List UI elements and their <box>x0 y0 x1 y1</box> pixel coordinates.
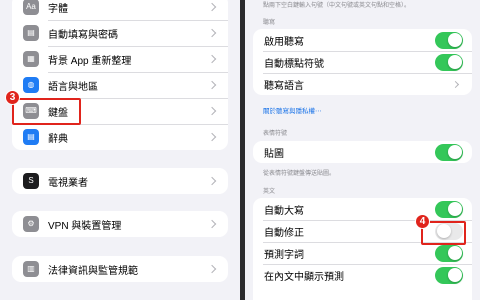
settings-row-background-refresh[interactable]: ▦ 背景 App 重新整理 <box>12 46 228 72</box>
toggle-switch[interactable] <box>435 143 463 161</box>
settings-row-vpn[interactable]: ⚙ VPN 與裝置管理 <box>12 211 228 237</box>
chevron-right-icon <box>207 106 217 116</box>
settings-row[interactable]: 聽寫語言 <box>253 73 472 95</box>
settings-row: 在內文中顯示預測 <box>253 264 472 286</box>
tv-provider-icon: S <box>23 173 39 189</box>
settings-row: 自動大寫 <box>253 198 472 220</box>
settings-group-tv: S 電視業者 <box>12 168 228 194</box>
settings-row-label: 自動填寫與密碼 <box>48 29 118 41</box>
chevron-right-icon <box>207 219 217 229</box>
settings-row-autofill-key[interactable]: ▤ 自動填寫與密碼 <box>12 20 228 46</box>
step-4-badge: 4 <box>415 214 430 229</box>
sticker-note: 從表情符號鍵盤傳送貼圖。 <box>263 171 336 177</box>
settings-row-legal[interactable]: ▥ 法律資訊與監管規範 <box>12 256 228 282</box>
settings-row-label: 電視業者 <box>48 177 88 189</box>
settings-row-label: 語言與地區 <box>48 81 98 93</box>
settings-row-label: 自動標點符號 <box>264 58 324 70</box>
settings-row: 貼圖 <box>253 141 472 163</box>
font-icon: Aa <box>23 0 39 15</box>
dictionary-icon: ▤ <box>23 129 39 145</box>
settings-row-label: 自動大寫 <box>264 205 304 217</box>
chevron-right-icon <box>207 28 217 38</box>
chevron-right-icon <box>207 2 217 12</box>
settings-row-label: 字體 <box>48 3 68 15</box>
dictation-group: 啟用聽寫自動標點符號 聽寫語言 <box>253 29 472 95</box>
toggle-knob <box>447 202 462 216</box>
settings-row-label: 貼圖 <box>264 148 284 160</box>
settings-row: 預測字詞 <box>253 242 472 264</box>
legal-icon: ▥ <box>23 261 39 277</box>
emoji-section-header: 表情符號 <box>263 131 288 137</box>
settings-row-font[interactable]: Aa 字體 <box>12 0 228 20</box>
chevron-right-icon <box>207 54 217 64</box>
autofill-key-icon: ▤ <box>23 25 39 41</box>
settings-group-legal: ▥ 法律資訊與監管規範 <box>12 256 228 282</box>
settings-group-vpn: ⚙ VPN 與裝置管理 <box>12 211 228 237</box>
dictation-section-header: 聽寫 <box>263 20 276 26</box>
settings-row-label: 啟用聽寫 <box>264 36 304 48</box>
toggle-knob <box>447 145 462 159</box>
toggle-knob <box>447 268 462 282</box>
emoji-group: 貼圖 <box>253 141 472 163</box>
settings-row-label: VPN 與裝置管理 <box>48 220 122 232</box>
chevron-right-icon <box>207 264 217 274</box>
settings-row-label: 聽寫語言 <box>264 80 304 92</box>
english-section-header: 英文 <box>263 189 276 195</box>
keyboard-highlight-box <box>12 98 81 125</box>
settings-row-label: 背景 App 重新整理 <box>48 55 132 67</box>
settings-row-label: 法律資訊與監管規範 <box>48 265 138 277</box>
settings-row: 啟用聽寫 <box>253 29 472 51</box>
globe-icon: ◍ <box>23 77 39 93</box>
settings-row-label: 辭典 <box>48 133 68 145</box>
settings-row-label: 預測字詞 <box>264 249 304 261</box>
settings-row-label: 自動修正 <box>264 227 304 239</box>
toggle-switch[interactable] <box>435 266 463 284</box>
chevron-right-icon <box>451 80 460 88</box>
vpn-icon: ⚙ <box>23 216 39 232</box>
settings-row-globe[interactable]: ◍ 語言與地區 <box>12 72 228 98</box>
toggle-switch[interactable] <box>435 200 463 218</box>
keyboard-settings-pane: 點兩下空白鍵輸入句號（中文句號或英文句點和空格）。 聽寫 啟用聽寫自動標點符號聽… <box>245 0 480 300</box>
settings-row-tv-provider[interactable]: S 電視業者 <box>12 168 228 194</box>
settings-row: 自動標點符號 <box>253 51 472 73</box>
toggle-knob <box>447 33 462 47</box>
step-3-badge: 3 <box>5 90 20 105</box>
chevron-right-icon <box>207 132 217 142</box>
settings-row-label: 在內文中顯示預測 <box>264 271 344 283</box>
double-space-note: 點兩下空白鍵輸入句號（中文句號或英文句點和空格）。 <box>263 3 411 9</box>
settings-row-dictionary[interactable]: ▤ 辭典 <box>12 124 228 150</box>
dictation-privacy-link[interactable]: 關於聽寫與隱私權⋯ <box>263 105 322 115</box>
settings-group-general: Aa 字體 ▤ 自動填寫與密碼 ▦ 背景 App 重新整理 ◍ 語言與地區 ⌨ 鍵盤 ▤ 辭典 <box>12 0 228 150</box>
toggle-switch[interactable] <box>435 244 463 262</box>
english-group: 自動大寫自動修正預測字詞在內文中顯示預測 <box>253 198 472 300</box>
chevron-right-icon <box>207 176 217 186</box>
settings-sidebar: Aa 字體 ▤ 自動填寫與密碼 ▦ 背景 App 重新整理 ◍ 語言與地區 ⌨ 鍵盤 ▤ 辭典 S 電視… <box>0 0 240 300</box>
background-refresh-icon: ▦ <box>23 51 39 67</box>
toggle-knob <box>447 246 462 260</box>
toggle-knob <box>447 55 462 69</box>
toggle-switch[interactable] <box>435 31 463 49</box>
toggle-switch[interactable] <box>435 53 463 71</box>
chevron-right-icon <box>207 80 217 90</box>
